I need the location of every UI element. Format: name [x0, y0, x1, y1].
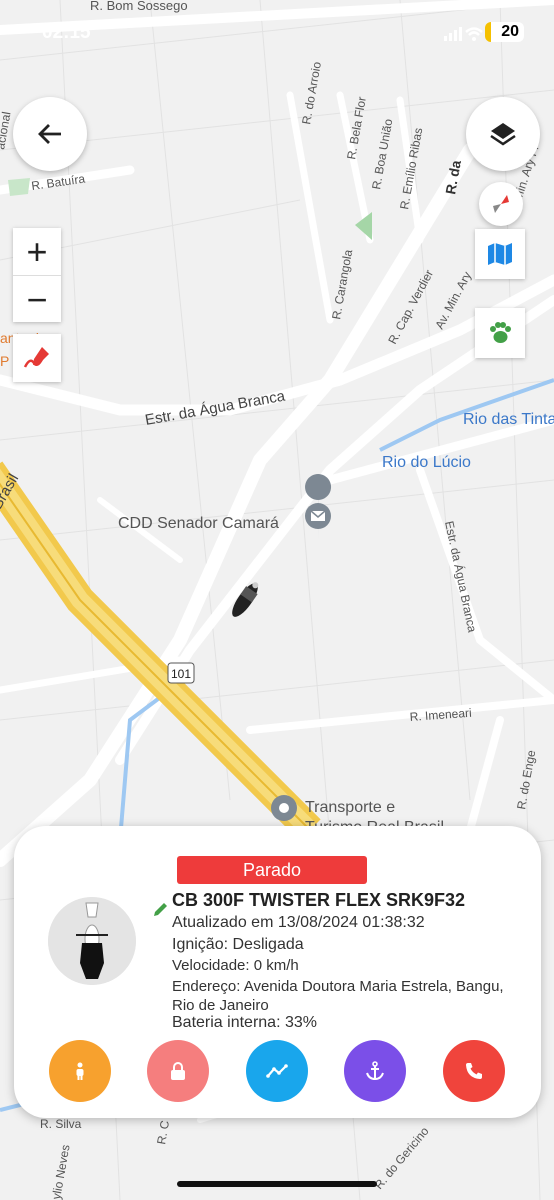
lock-icon [171, 1062, 185, 1080]
status-badge: Parado [177, 856, 367, 884]
route-icon [266, 1064, 288, 1078]
pet-button[interactable] [475, 308, 525, 358]
lock-button[interactable] [147, 1040, 209, 1102]
route-button[interactable] [246, 1040, 308, 1102]
paw-icon [490, 322, 511, 343]
motorcycle-icon [48, 897, 136, 985]
speed: Velocidade: 0 km/h [172, 957, 299, 974]
ignition-status: Ignição: Desligada [172, 936, 304, 953]
updated-at: Atualizado em 13/08/2024 01:38:32 [172, 914, 425, 931]
signal-icon [444, 27, 462, 41]
vehicle-info-card: Parado CB 300F TWISTER FLEX SRK9F32 Atua… [14, 826, 541, 1118]
phone-icon [466, 1063, 482, 1079]
person-icon [76, 1062, 84, 1080]
place-pin[interactable] [271, 795, 297, 821]
vehicle-name: CB 300F TWISTER FLEX SRK9F32 [172, 890, 466, 910]
street-label: R. Bom Sossego [90, 0, 188, 13]
edit-icon[interactable] [152, 900, 170, 918]
compass-icon [493, 195, 509, 213]
zoom-control: + − [13, 228, 61, 322]
home-indicator [177, 1181, 377, 1187]
place-label: P [0, 353, 9, 369]
back-button[interactable] [13, 97, 87, 171]
wifi-icon [465, 27, 483, 41]
zoom-out-button[interactable]: − [13, 276, 61, 323]
draw-route-icon [23, 347, 49, 368]
map-icon [488, 243, 512, 265]
person-button[interactable] [49, 1040, 111, 1102]
river-label: Rio das Tinta [463, 411, 554, 428]
compass-button[interactable] [479, 182, 523, 226]
anchor-icon [366, 1061, 384, 1081]
street-label: R. Silva [40, 1117, 82, 1131]
vehicle-avatar [48, 897, 136, 985]
zoom-in-button[interactable]: + [13, 228, 61, 276]
place-label: Transporte e [305, 799, 395, 816]
back-arrow-icon [38, 124, 61, 144]
draw-route-button[interactable] [13, 334, 61, 382]
layers-icon [490, 123, 516, 146]
river-label: Rio do Lúcio [382, 454, 471, 471]
battery-indicator: 20 [485, 22, 524, 42]
call-button[interactable] [443, 1040, 505, 1102]
anchor-button[interactable] [344, 1040, 406, 1102]
route-shield: 101 [171, 667, 191, 681]
place-label: CDD Senador Camará [118, 515, 279, 532]
status-time: 02:15 [42, 22, 91, 43]
address: Endereço: Avenida Doutora Maria Estrela,… [172, 978, 504, 1014]
map-type-button[interactable] [475, 229, 525, 279]
status-bar: 02:15 20 [0, 18, 554, 48]
layers-button[interactable] [466, 97, 540, 171]
internal-battery: Bateria interna: 33% [172, 1014, 317, 1031]
